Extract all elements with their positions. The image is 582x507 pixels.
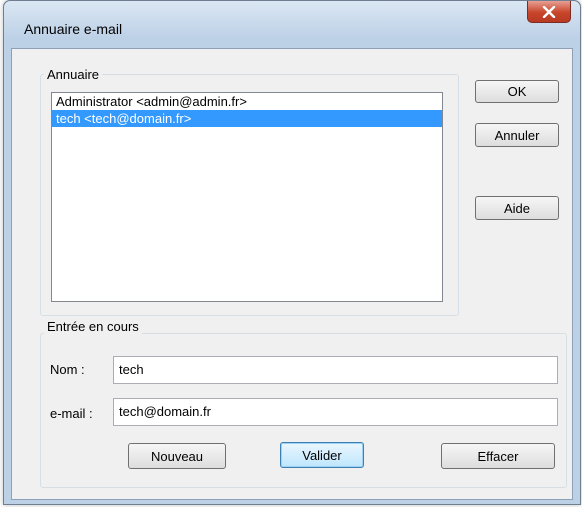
- clear-button[interactable]: Effacer: [441, 443, 555, 469]
- annuaire-list[interactable]: Administrator <admin@admin.fr> tech <tec…: [51, 92, 443, 302]
- cancel-button[interactable]: Annuler: [475, 123, 559, 147]
- window-title: Annuaire e-mail: [24, 21, 123, 37]
- name-label: Nom :: [50, 362, 85, 377]
- close-icon: [542, 5, 556, 18]
- ok-button[interactable]: OK: [475, 80, 559, 103]
- new-button[interactable]: Nouveau: [128, 443, 226, 469]
- annuaire-legend: Annuaire: [44, 67, 103, 82]
- help-button[interactable]: Aide: [475, 196, 559, 220]
- title-bar[interactable]: Annuaire e-mail: [4, 1, 580, 39]
- list-item[interactable]: Administrator <admin@admin.fr>: [52, 93, 442, 110]
- email-label: e-mail :: [50, 406, 93, 421]
- dialog-window: Annuaire e-mail Annuaire Administrator <…: [3, 0, 581, 505]
- email-field[interactable]: tech@domain.fr: [113, 398, 558, 426]
- validate-button[interactable]: Valider: [280, 442, 364, 468]
- close-button[interactable]: [527, 1, 571, 23]
- list-item-selected[interactable]: tech <tech@domain.fr>: [52, 110, 442, 127]
- entree-legend: Entrée en cours: [44, 319, 142, 334]
- name-field[interactable]: tech: [113, 356, 558, 384]
- dialog-client-area: Annuaire Administrator <admin@admin.fr> …: [11, 48, 573, 500]
